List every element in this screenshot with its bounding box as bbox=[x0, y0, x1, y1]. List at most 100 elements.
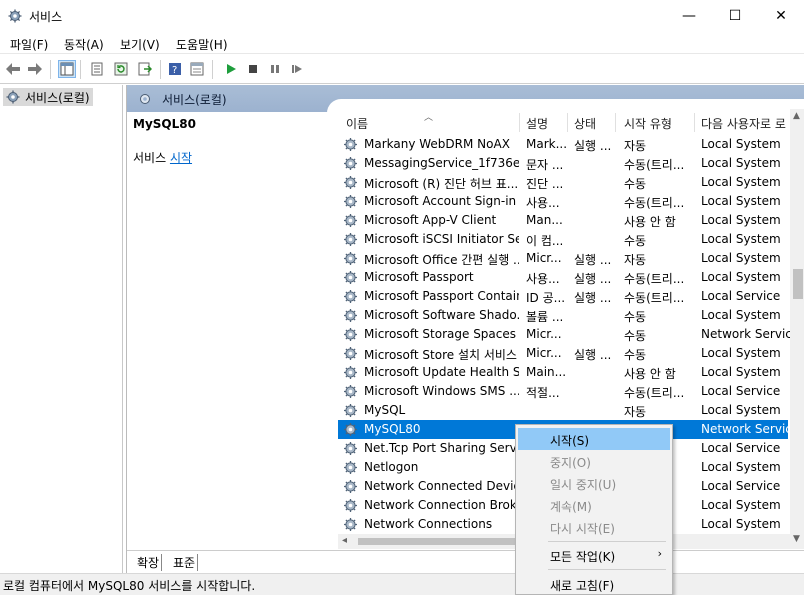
service-gear-icon bbox=[344, 442, 357, 455]
status-bar: 로컬 컴퓨터에서 MySQL80 서비스를 시작합니다. bbox=[0, 573, 804, 595]
cell-logon-as: Local System bbox=[701, 498, 781, 512]
table-row[interactable]: Microsoft Storage Spaces ... Micr... 수동 Net… bbox=[338, 325, 791, 344]
table-row[interactable]: Microsoft (R) 진단 허브 표... 진단 ... 수동 Local Sy… bbox=[338, 173, 788, 192]
menu-file[interactable]: 파일(F) bbox=[10, 36, 48, 53]
cell-name: Microsoft Update Health S... bbox=[364, 365, 519, 379]
toolbar-separator bbox=[50, 60, 51, 79]
table-row[interactable]: Microsoft App-V Client Man... 사용 안 함 Local … bbox=[338, 211, 788, 230]
scroll-down-icon[interactable]: ▼ bbox=[793, 534, 800, 544]
start-service-link[interactable]: 시작 bbox=[170, 151, 192, 165]
service-gear-icon bbox=[344, 480, 357, 493]
cell-logon-as: Local System bbox=[701, 175, 781, 189]
table-row[interactable]: Microsoft Account Sign-in ... 사용... 수동(트리.… bbox=[338, 192, 788, 211]
window-title: 서비스 bbox=[29, 10, 63, 24]
tree-item-services-local[interactable]: 서비스(로컬) bbox=[3, 88, 93, 106]
help-button[interactable]: ? bbox=[166, 60, 184, 78]
ctx-restart[interactable]: 다시 시작(E) bbox=[518, 516, 670, 538]
ctx-pause-label: 일시 중지(U) bbox=[550, 478, 617, 492]
table-row[interactable]: Microsoft Software Shado... 볼륨 ... 수동 Local… bbox=[338, 306, 788, 325]
scroll-up-icon[interactable]: ▲ bbox=[793, 111, 800, 121]
tab-extended[interactable]: 확장 bbox=[135, 554, 163, 571]
column-header-name[interactable]: 이름 bbox=[346, 115, 368, 132]
ctx-resume[interactable]: 계속(M) bbox=[518, 494, 670, 516]
table-row[interactable]: Microsoft Store 설치 서비스 Micr... 실행 ... 수동 Loc… bbox=[338, 344, 788, 363]
console-tree: 서비스(로컬) bbox=[0, 85, 123, 573]
export-button[interactable] bbox=[136, 60, 154, 78]
menu-help[interactable]: 도움말(H) bbox=[176, 36, 228, 53]
play-icon bbox=[227, 64, 236, 74]
table-row[interactable]: MessagingService_1f736e5... 문자 ... 수동(트리..… bbox=[338, 154, 788, 173]
minimize-button[interactable]: — bbox=[666, 0, 712, 32]
service-gear-icon bbox=[344, 176, 357, 189]
cell-status: 실행 ... bbox=[574, 139, 612, 153]
close-button[interactable]: ✕ bbox=[758, 0, 804, 32]
table-row[interactable]: Microsoft Windows SMS ... 적절... 수동(트리... Lo… bbox=[338, 382, 788, 401]
table-row[interactable]: MySQL 자동 Local System bbox=[338, 401, 788, 420]
cell-startup-type: 사용 안 함 bbox=[624, 215, 676, 229]
table-row[interactable]: Markany WebDRM NoAX Mark... 실행 ... 자동 Local … bbox=[338, 135, 788, 154]
service-gear-icon bbox=[344, 214, 357, 227]
cell-logon-as: Local System bbox=[701, 156, 781, 170]
table-row[interactable]: Microsoft Passport Container ID 공... 실행 ..… bbox=[338, 287, 788, 306]
table-row[interactable]: Microsoft Passport 사용... 실행 ... 수동(트리... Loc… bbox=[338, 268, 788, 287]
service-gear-icon bbox=[344, 347, 357, 360]
cell-logon-as: Local Service bbox=[701, 479, 781, 493]
cell-status: 실행 ... bbox=[574, 348, 612, 362]
table-row[interactable]: Microsoft Update Health S... Main... 사용 안 … bbox=[338, 363, 788, 382]
column-header-status[interactable]: 상태 bbox=[574, 115, 596, 132]
back-arrow-icon bbox=[6, 63, 20, 75]
service-gear-icon bbox=[344, 309, 357, 322]
maximize-icon: ☐ bbox=[728, 8, 742, 24]
cell-description: 진단 ... bbox=[526, 177, 564, 191]
forward-button[interactable] bbox=[26, 60, 44, 78]
cell-description: Mark... bbox=[526, 137, 566, 151]
menu-view[interactable]: 보기(V) bbox=[120, 36, 160, 53]
console-tree-icon bbox=[60, 62, 74, 76]
cell-name: Microsoft Store 설치 서비스 bbox=[364, 348, 517, 362]
restart-service-button[interactable] bbox=[288, 60, 306, 78]
table-header: ︿ 이름 설명 상태 시작 유형 다음 사용자로 로 bbox=[338, 109, 804, 133]
cell-startup-type: 수동(트리... bbox=[624, 158, 685, 172]
properties-button[interactable] bbox=[88, 60, 106, 78]
column-header-logon-as[interactable]: 다음 사용자로 로 bbox=[701, 115, 786, 132]
vertical-scroll-thumb[interactable] bbox=[793, 269, 803, 299]
cell-name: Netlogon bbox=[364, 460, 419, 474]
ctx-stop-label: 중지(O) bbox=[550, 456, 591, 470]
scroll-left-icon[interactable]: ◂ bbox=[342, 535, 347, 546]
cell-startup-type: 수동 bbox=[624, 234, 647, 248]
minimize-icon: — bbox=[682, 8, 696, 24]
back-button[interactable] bbox=[4, 60, 22, 78]
cell-name: Microsoft (R) 진단 허브 표... bbox=[364, 177, 519, 191]
ctx-separator bbox=[548, 569, 666, 570]
pause-service-button[interactable] bbox=[266, 60, 284, 78]
title-bar: 서비스 — ☐ ✕ bbox=[0, 0, 804, 32]
table-row[interactable]: Microsoft Office 간편 실행 ... Micr... 실행 ... 자… bbox=[338, 249, 788, 268]
submenu-arrow-icon: › bbox=[657, 547, 662, 560]
column-header-startup-type[interactable]: 시작 유형 bbox=[624, 115, 672, 132]
start-service-button[interactable] bbox=[222, 60, 240, 78]
ctx-start[interactable]: 시작(S) bbox=[518, 428, 670, 450]
menu-action[interactable]: 동작(A) bbox=[64, 36, 104, 53]
view-button[interactable] bbox=[188, 60, 206, 78]
cell-status: 실행 ... bbox=[574, 272, 612, 286]
tab-standard[interactable]: 표준 bbox=[171, 554, 199, 571]
maximize-button[interactable]: ☐ bbox=[712, 0, 758, 32]
stop-icon bbox=[249, 65, 257, 73]
ctx-pause[interactable]: 일시 중지(U) bbox=[518, 472, 670, 494]
vertical-scrollbar[interactable]: ▲ ▼ bbox=[790, 109, 804, 549]
toolbar: ? bbox=[0, 55, 804, 84]
ctx-stop[interactable]: 중지(O) bbox=[518, 450, 670, 472]
table-row[interactable]: Microsoft iSCSI Initiator Se... 이 컴... 수동 L… bbox=[338, 230, 788, 249]
ctx-refresh-label: 새로 고침(F) bbox=[550, 579, 615, 593]
column-header-description[interactable]: 설명 bbox=[526, 115, 548, 132]
cell-name: Microsoft App-V Client bbox=[364, 213, 497, 227]
context-menu: 시작(S) 중지(O) 일시 중지(U) 계속(M) 다시 시작(E) 모든 작… bbox=[515, 424, 673, 595]
refresh-button[interactable] bbox=[112, 60, 130, 78]
ctx-refresh[interactable]: 새로 고침(F) bbox=[518, 573, 670, 595]
stop-service-button[interactable] bbox=[244, 60, 262, 78]
cell-description: 볼륨 ... bbox=[526, 310, 564, 324]
cell-description: Man... bbox=[526, 213, 563, 227]
show-tree-button[interactable] bbox=[58, 60, 76, 78]
ctx-all-tasks[interactable]: 모든 작업(K) › bbox=[518, 544, 670, 566]
service-gear-icon bbox=[344, 138, 357, 151]
